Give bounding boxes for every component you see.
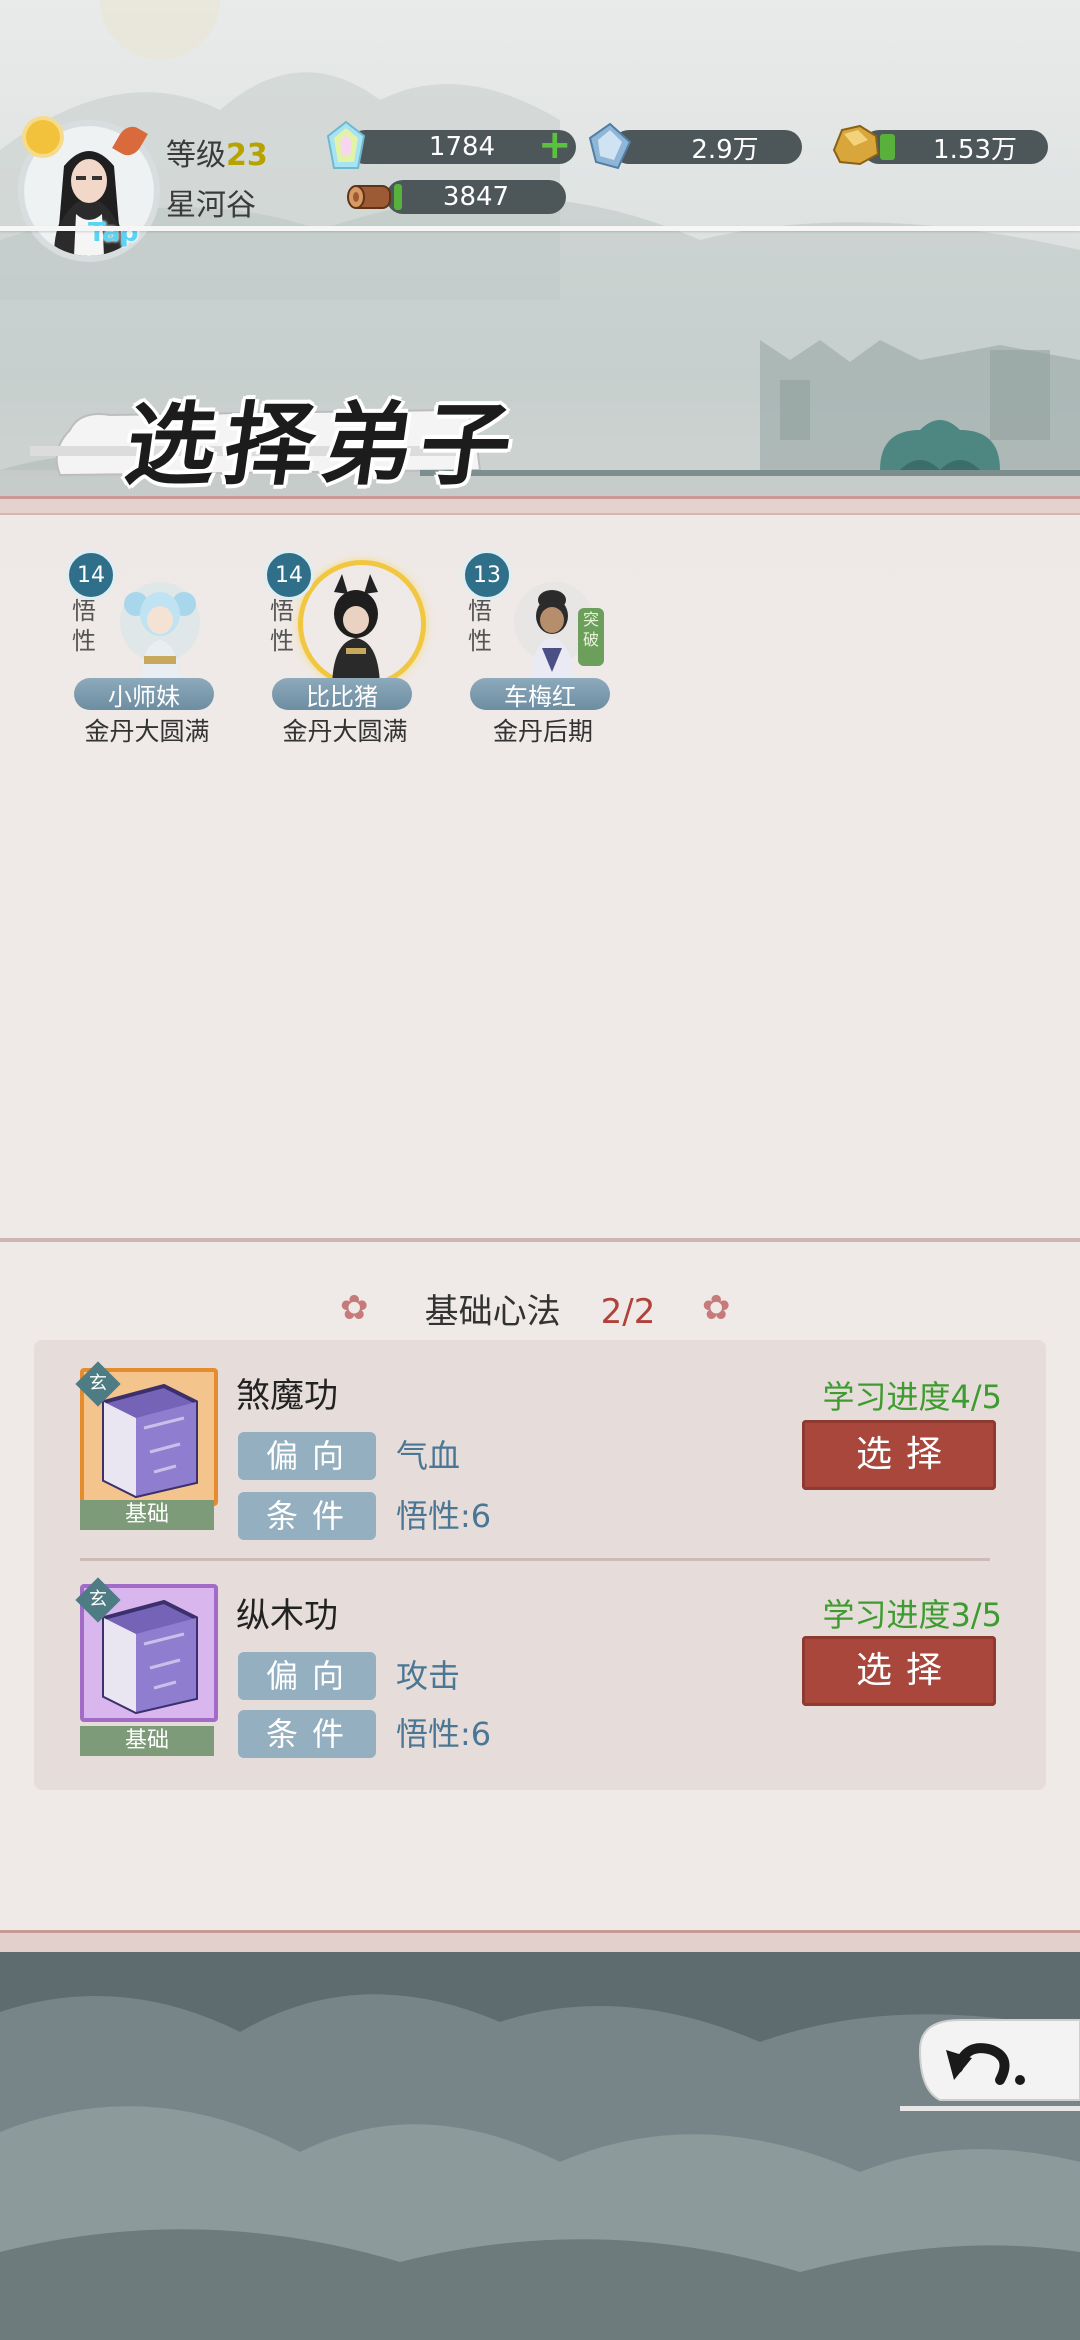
condition-label: 条件	[238, 1492, 376, 1540]
bias-label: 偏向	[238, 1652, 376, 1700]
top-status-bar: Tap 等级23 星河谷 1784 + 2.9万 1.53万 3847	[0, 0, 1080, 262]
bias-label: 偏向	[238, 1432, 376, 1480]
disciple-card-selected[interactable]: 14 悟性 比比猪 金丹大圆满	[264, 550, 426, 750]
bias-value: 气血	[396, 1437, 461, 1475]
gold-ore-icon	[832, 124, 880, 166]
ore-fill-bar	[880, 134, 895, 160]
technique-section-count: 2/2	[600, 1292, 656, 1332]
learning-progress: 学习进度4/5	[822, 1378, 1002, 1416]
select-technique-button[interactable]: 选择	[802, 1636, 996, 1706]
wuxing-label: 悟性	[270, 597, 294, 655]
learning-progress: 学习进度3/5	[822, 1596, 1002, 1634]
disciple-card[interactable]: 14 悟性 小师妹 金丹大圆满	[66, 550, 216, 750]
tap-hint: Tap	[88, 218, 139, 248]
disciple-figure-icon	[120, 582, 200, 690]
sect-name: 星河谷	[166, 188, 256, 223]
wuxing-value-badge: 14	[264, 550, 314, 600]
technique-separator	[80, 1558, 990, 1561]
condition-label: 条件	[238, 1710, 376, 1758]
breakthrough-tag: 突破	[578, 608, 604, 666]
disciple-realm: 金丹后期	[492, 717, 593, 746]
disciple-name: 小师妹	[74, 678, 214, 711]
crystal-value: 2.9万	[691, 134, 759, 165]
level-number: 23	[226, 138, 268, 173]
condition-value: 悟性:6	[396, 1497, 492, 1535]
back-button[interactable]	[900, 2010, 1080, 2120]
spirit-stone-value: 1784	[428, 132, 496, 162]
disciple-name: 比比猪	[272, 678, 412, 711]
wuxing-label: 悟性	[72, 597, 96, 655]
panel-top-border	[0, 496, 1080, 515]
technique-grade-tag: 基础	[80, 1726, 214, 1756]
technique-section-header: 基础心法 2/2	[0, 1284, 1080, 1333]
add-spirit-stone-button[interactable]: +	[538, 125, 572, 165]
section-divider	[0, 1238, 1080, 1242]
level-display: 等级23	[166, 130, 268, 174]
resource-crystal[interactable]: 2.9万	[612, 130, 802, 165]
technique-section-title: 基础心法	[424, 1292, 561, 1332]
technique-grade-tag: 基础	[80, 1500, 214, 1530]
technique-name: 煞魔功	[236, 1376, 338, 1416]
technique-name: 纵木功	[236, 1596, 338, 1636]
disciple-realm: 金丹大圆满	[84, 717, 210, 746]
flower-ornament-icon: ✿	[702, 1288, 731, 1328]
wuxing-label: 悟性	[468, 597, 492, 655]
rainbow-crystal-icon	[326, 120, 366, 169]
select-technique-button[interactable]: 选择	[802, 1420, 996, 1490]
wuxing-value-badge: 13	[462, 550, 512, 600]
page-title: 选择弟子	[119, 392, 527, 498]
blue-crystal-icon	[588, 122, 632, 170]
header-divider	[0, 226, 1080, 231]
ore-value: 1.53万	[933, 134, 1017, 165]
wuxing-value-badge: 14	[66, 550, 116, 600]
disciple-name: 车梅红	[470, 678, 610, 711]
wood-value: 3847	[442, 182, 510, 212]
disciple-figure-icon	[332, 574, 380, 690]
disciple-realm: 金丹大圆满	[282, 717, 408, 746]
sun-badge-icon	[26, 120, 60, 154]
bias-value: 攻击	[396, 1657, 461, 1695]
condition-value: 悟性:6	[396, 1715, 492, 1753]
level-label: 等级	[166, 138, 226, 173]
wood-log-icon	[347, 185, 391, 209]
disciple-card[interactable]: 13 悟性 突破 车梅红 金丹后期	[462, 550, 612, 750]
resource-wood[interactable]: 3847	[386, 180, 566, 214]
